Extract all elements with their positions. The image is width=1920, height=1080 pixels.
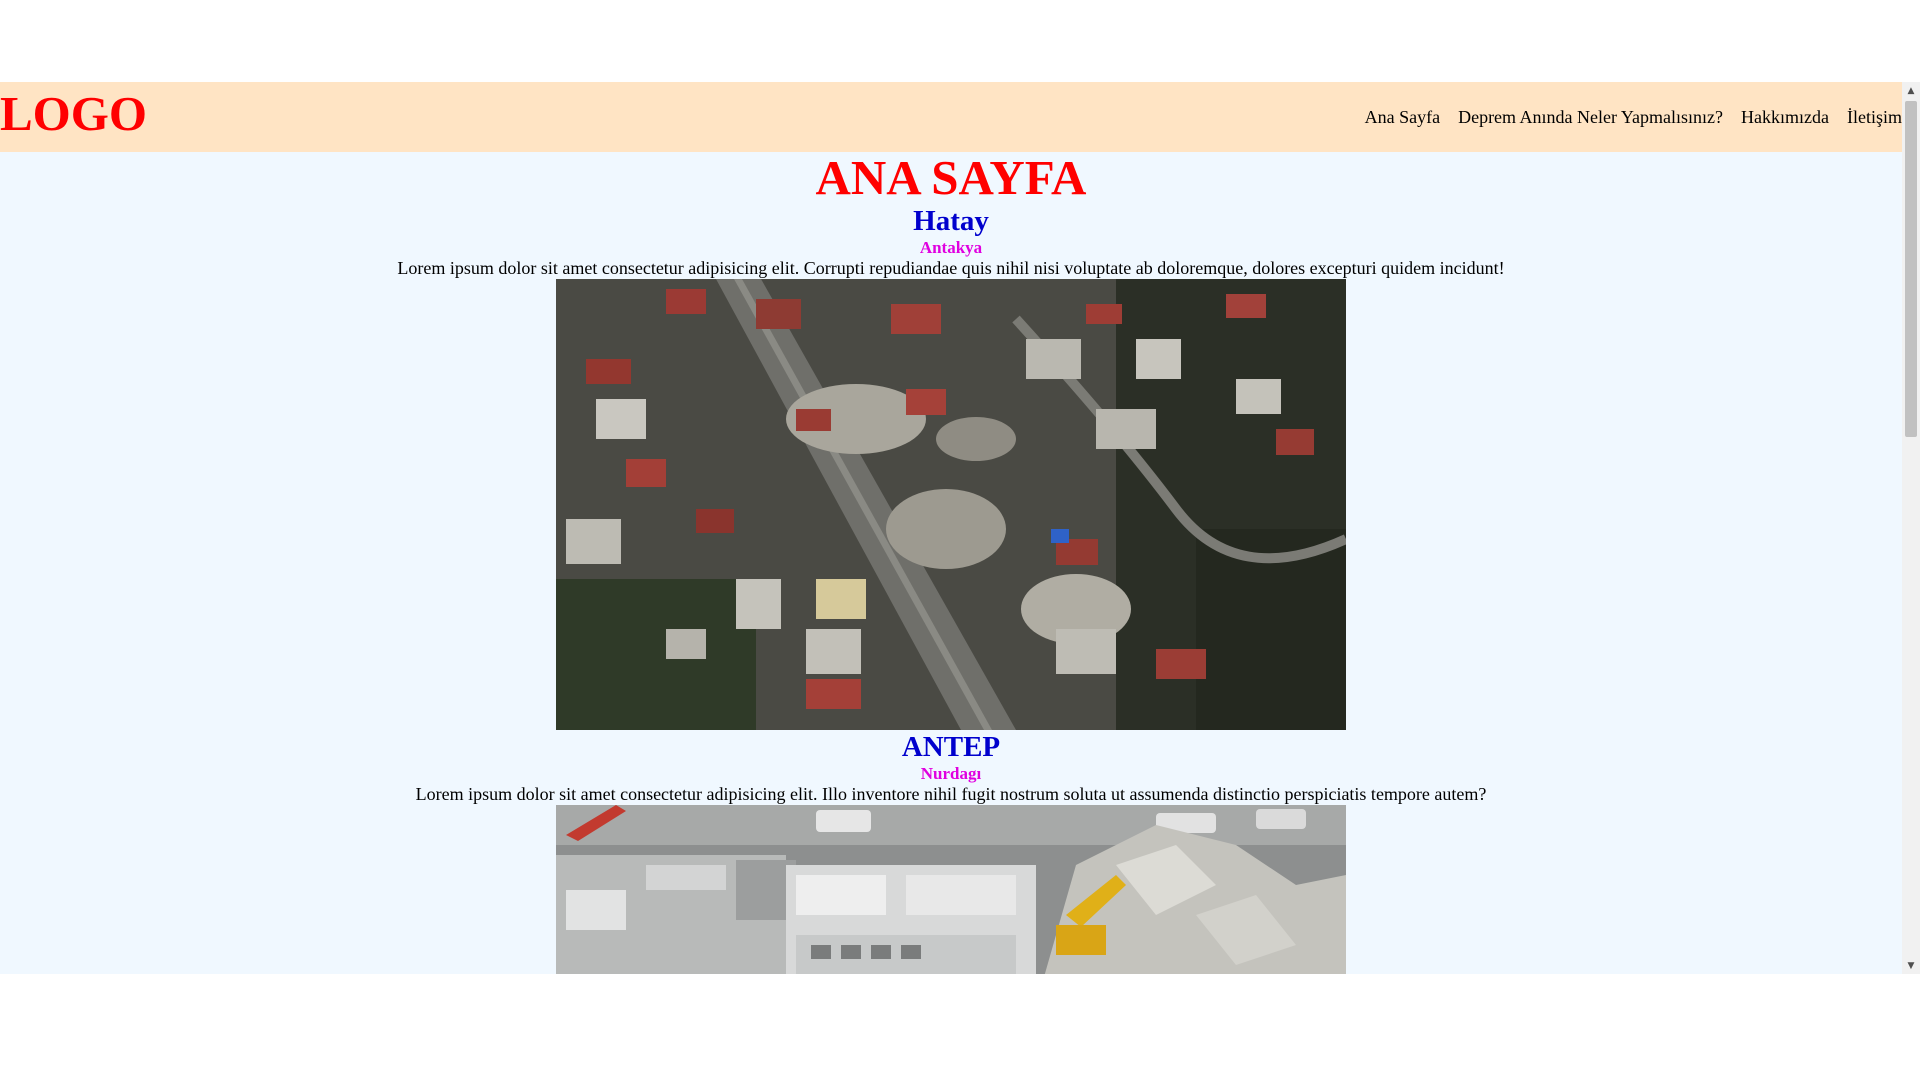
- scroll-up-arrow-icon[interactable]: ▲: [1902, 82, 1920, 99]
- district-heading: Antakya: [919, 238, 983, 257]
- city-heading: Hatay: [913, 205, 989, 237]
- district-heading: Nurdagı: [920, 764, 982, 783]
- main-nav: Ana Sayfa Deprem Anında Neler Yapmalısın…: [1365, 108, 1902, 126]
- nav-link-deprem[interactable]: Deprem Anında Neler Yapmalısınız?: [1458, 108, 1723, 126]
- scrollbar-thumb[interactable]: [1905, 101, 1917, 437]
- city-description: Lorem ipsum dolor sit amet consectetur a…: [415, 784, 1487, 804]
- city-section-hatay: Hatay Antakya Lorem ipsum dolor sit amet…: [0, 204, 1902, 730]
- city-description: Lorem ipsum dolor sit amet consectetur a…: [397, 258, 1505, 278]
- city-section-antep: ANTEP Nurdagı Lorem ipsum dolor sit amet…: [0, 730, 1902, 974]
- nav-link-ana-sayfa[interactable]: Ana Sayfa: [1365, 108, 1440, 126]
- site-header: LOGO Ana Sayfa Deprem Anında Neler Yapma…: [0, 82, 1902, 152]
- hatay-earthquake-photo: [556, 279, 1346, 730]
- main-content: ANA SAYFA Hatay Antakya Lorem ipsum dolo…: [0, 152, 1902, 974]
- city-heading: ANTEP: [901, 731, 1001, 763]
- page-title: ANA SAYFA: [815, 150, 1087, 205]
- vertical-scrollbar[interactable]: ▲ ▼: [1902, 82, 1920, 974]
- site-logo[interactable]: LOGO: [0, 89, 147, 138]
- nav-link-hakkimizda[interactable]: Hakkımızda: [1741, 108, 1829, 126]
- browser-viewport: LOGO Ana Sayfa Deprem Anında Neler Yapma…: [0, 82, 1920, 974]
- antep-earthquake-photo: [556, 805, 1346, 974]
- nav-link-iletisim[interactable]: İletişim: [1847, 108, 1902, 126]
- scroll-down-arrow-icon[interactable]: ▼: [1902, 957, 1920, 974]
